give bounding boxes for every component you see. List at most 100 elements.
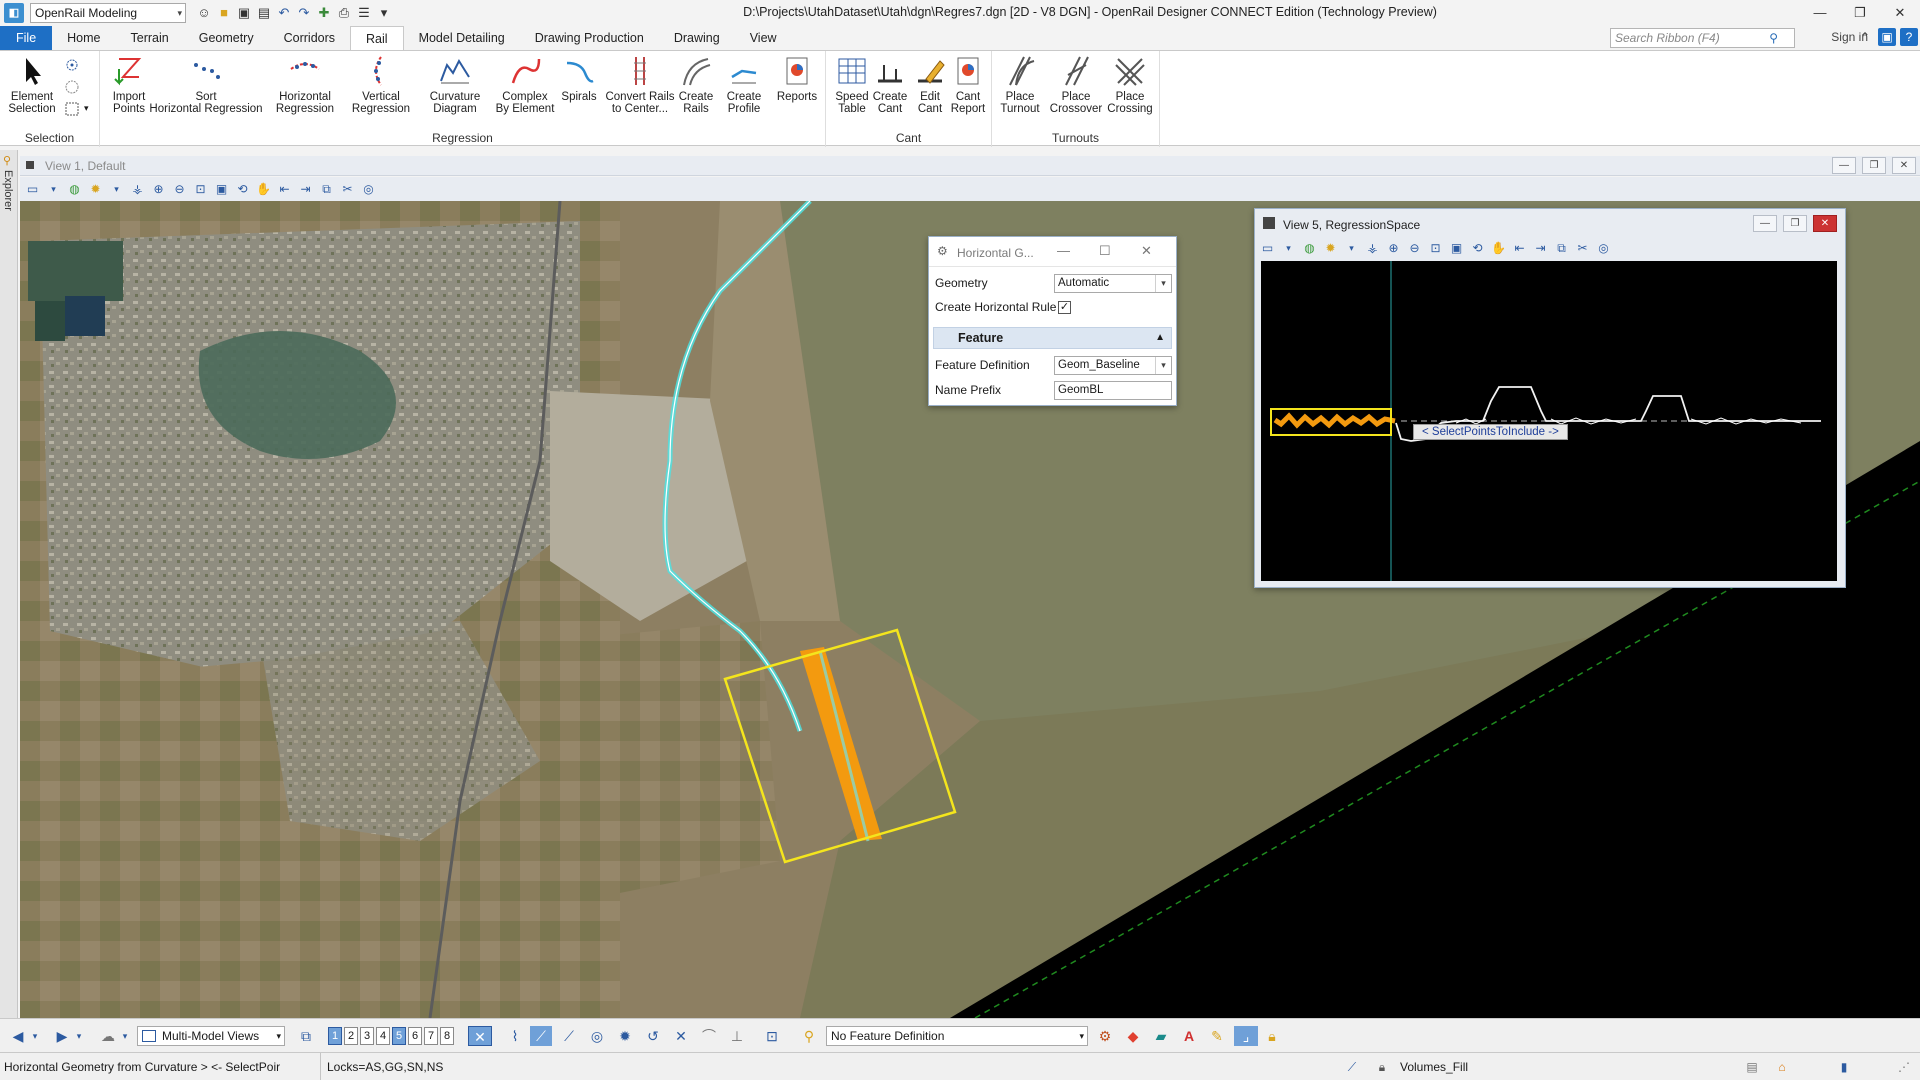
next-view-icon[interactable]: ⇥ bbox=[1532, 240, 1549, 257]
convert-rails-button[interactable]: Convert Rails to Center... bbox=[604, 55, 676, 115]
tab-corridors[interactable]: Corridors bbox=[269, 26, 350, 50]
lights-icon[interactable]: ✹ bbox=[87, 181, 104, 198]
zoom-in-icon[interactable]: ⊕ bbox=[150, 181, 167, 198]
lock-icon[interactable]: 🔒︎ bbox=[1262, 1026, 1282, 1046]
pencil-icon[interactable]: ✎ bbox=[1206, 1026, 1228, 1046]
close-icon[interactable]: ✕ bbox=[1813, 215, 1837, 232]
line-icon[interactable]: ⌇ bbox=[504, 1026, 526, 1046]
tab-model-detailing[interactable]: Model Detailing bbox=[404, 26, 520, 50]
close-icon[interactable]: ✕ bbox=[1880, 0, 1920, 26]
tab-rail[interactable]: Rail bbox=[350, 26, 404, 50]
geometry-select[interactable]: Automatic ▾ bbox=[1054, 274, 1172, 293]
view-menu-icon[interactable] bbox=[26, 161, 34, 169]
complex-by-element-button[interactable]: Complex By Element bbox=[494, 55, 556, 115]
terrain-icon[interactable]: ⊥ bbox=[726, 1026, 748, 1046]
import-points-button[interactable]: Import Points bbox=[104, 55, 154, 115]
tab-home[interactable]: Home bbox=[52, 26, 115, 50]
open-folder-icon[interactable]: ■ bbox=[216, 5, 232, 21]
pan-view-icon[interactable]: ✋ bbox=[255, 181, 272, 198]
view-menu-icon[interactable] bbox=[1263, 217, 1275, 229]
pin-icon[interactable]: ✚ bbox=[316, 5, 332, 21]
redo-icon[interactable]: ↷ bbox=[296, 5, 312, 21]
lock-icon[interactable]: 🔒︎ bbox=[1374, 1059, 1390, 1075]
element-selection-button[interactable]: Element Selection bbox=[6, 55, 58, 115]
speed-table-button[interactable]: Speed Table bbox=[832, 55, 872, 115]
update-view-icon[interactable]: ⚶ bbox=[129, 181, 146, 198]
print-icon[interactable]: ⎙ bbox=[336, 5, 352, 21]
minimize-icon[interactable]: — bbox=[1800, 0, 1840, 26]
tab-drawing[interactable]: Drawing bbox=[659, 26, 735, 50]
explorer-side-tab[interactable]: ⚲ Explorer bbox=[0, 150, 18, 1018]
create-profile-button[interactable]: Create Profile bbox=[720, 55, 768, 115]
chevron-down-icon[interactable]: ▾ bbox=[120, 1026, 130, 1046]
vertical-regression-button[interactable]: Vertical Regression bbox=[350, 55, 412, 115]
tab-file[interactable]: File bbox=[0, 26, 53, 50]
tab-drawing-production[interactable]: Drawing Production bbox=[520, 26, 659, 50]
place-turnout-button[interactable]: Place Turnout bbox=[996, 55, 1044, 115]
select-target-icon[interactable] bbox=[64, 57, 80, 73]
regression-canvas[interactable]: < SelectPointsToInclude -> bbox=[1261, 261, 1837, 581]
zoom-in-icon[interactable]: ⊕ bbox=[1385, 240, 1402, 257]
minimize-icon[interactable]: — bbox=[1057, 243, 1070, 258]
fit-view-icon[interactable]: ▣ bbox=[213, 181, 230, 198]
arc-icon[interactable]: ↺ bbox=[642, 1026, 664, 1046]
forward-icon[interactable]: ▶ bbox=[52, 1026, 72, 1046]
customize-icon[interactable]: ▾ bbox=[376, 5, 392, 21]
view-attributes-icon[interactable]: ▭ bbox=[24, 181, 41, 198]
create-cant-button[interactable]: Create Cant bbox=[870, 55, 910, 115]
models-icon[interactable]: ☁ bbox=[96, 1026, 120, 1046]
properties-icon[interactable]: ☰ bbox=[356, 5, 372, 21]
window-area-icon[interactable]: ⊡ bbox=[192, 181, 209, 198]
undo-icon[interactable]: ↶ bbox=[276, 5, 292, 21]
home-icon[interactable]: ⌂ bbox=[1774, 1059, 1790, 1075]
snap-icon[interactable]: ⟋ bbox=[530, 1026, 552, 1046]
zoom-out-icon[interactable]: ⊖ bbox=[1406, 240, 1423, 257]
collapse-ribbon-icon[interactable]: ⌃ bbox=[1856, 28, 1874, 46]
view-toggle-3[interactable]: 3 bbox=[360, 1027, 374, 1045]
minimize-icon[interactable]: — bbox=[1753, 215, 1777, 232]
clip-volume-icon[interactable]: ✂ bbox=[1574, 240, 1591, 257]
surface-icon[interactable]: ◆ bbox=[1122, 1026, 1144, 1046]
user-icon[interactable]: ☺ bbox=[196, 5, 212, 21]
active-tool-icon[interactable]: ⌟ bbox=[1234, 1026, 1258, 1046]
cant-report-button[interactable]: Cant Report bbox=[948, 55, 988, 115]
account-icon[interactable]: ▣ bbox=[1878, 28, 1896, 46]
accudraw-icon[interactable]: ✕ bbox=[468, 1026, 492, 1046]
view-attributes-icon[interactable]: ▭ bbox=[1259, 240, 1276, 257]
view-toggle-5[interactable]: 5 bbox=[392, 1027, 406, 1045]
view-toggle-6[interactable]: 6 bbox=[408, 1027, 422, 1045]
close-icon[interactable]: ✕ bbox=[1892, 157, 1916, 174]
tab-terrain[interactable]: Terrain bbox=[116, 26, 184, 50]
circle-icon[interactable]: ◎ bbox=[586, 1026, 608, 1046]
pan-view-icon[interactable]: ✋ bbox=[1490, 240, 1507, 257]
ribbon-search-input[interactable]: Search Ribbon (F4) ⚲ bbox=[1610, 28, 1795, 48]
multi-model-views-select[interactable]: Multi-Model Views ▾ bbox=[137, 1026, 285, 1046]
feature-section-header[interactable]: Feature ▲ bbox=[933, 327, 1172, 349]
place-crossover-button[interactable]: Place Crossover bbox=[1048, 55, 1104, 115]
chevron-down-icon[interactable]: ▾ bbox=[74, 1026, 84, 1046]
text-icon[interactable]: A bbox=[1178, 1026, 1200, 1046]
copy-view-icon[interactable]: ⧉ bbox=[1553, 240, 1570, 257]
edit-cant-button[interactable]: Edit Cant bbox=[910, 55, 950, 115]
feature-icon[interactable]: ⚲ bbox=[798, 1026, 820, 1046]
chevron-down-icon[interactable]: ▾ bbox=[30, 1026, 40, 1046]
minimize-icon[interactable]: — bbox=[1832, 157, 1856, 174]
chevron-down-icon[interactable]: ▾ bbox=[84, 103, 89, 114]
design-file-icon[interactable]: ▮ bbox=[1836, 1059, 1852, 1075]
close-icon[interactable]: ✕ bbox=[1141, 243, 1152, 259]
sort-horizontal-regression-button[interactable]: Sort Horizontal Regression bbox=[148, 55, 264, 115]
arch-icon[interactable]: ⌒ bbox=[698, 1026, 720, 1046]
view-toggle-4[interactable]: 4 bbox=[376, 1027, 390, 1045]
restore-icon[interactable]: ❐ bbox=[1862, 157, 1886, 174]
status-locks[interactable]: Locks=AS,GG,SN,NS bbox=[320, 1053, 443, 1080]
view-toggle-2[interactable]: 2 bbox=[344, 1027, 358, 1045]
chevron-down-icon[interactable]: ▾ bbox=[1343, 240, 1360, 257]
feature-def-select[interactable]: Geom_Baseline ▾ bbox=[1054, 356, 1172, 375]
restore-icon[interactable]: ☐ bbox=[1099, 243, 1111, 259]
spirals-button[interactable]: Spirals bbox=[558, 55, 600, 103]
update-view-icon[interactable]: ⚶ bbox=[1364, 240, 1381, 257]
create-rails-button[interactable]: Create Rails bbox=[672, 55, 720, 115]
draw-line-icon[interactable]: ⟋ bbox=[558, 1026, 580, 1046]
clip-mask-icon[interactable]: ◎ bbox=[1595, 240, 1612, 257]
view-toggle-8[interactable]: 8 bbox=[440, 1027, 454, 1045]
